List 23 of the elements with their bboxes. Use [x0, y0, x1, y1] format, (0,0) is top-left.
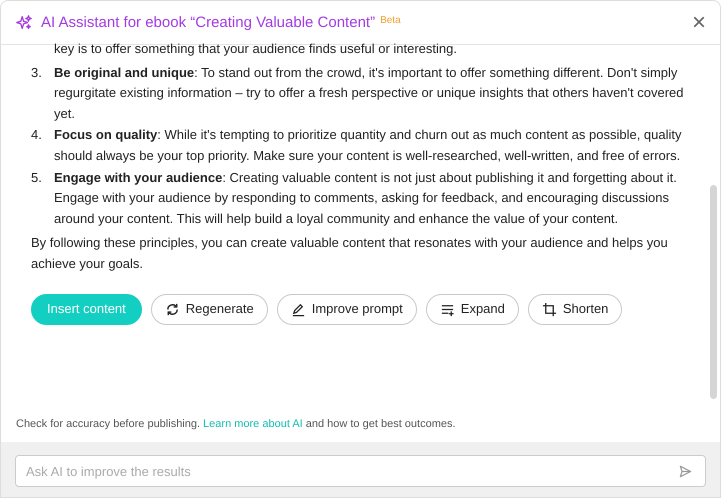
action-button[interactable]: Regenerate: [150, 294, 268, 325]
sparkle-icon: [15, 14, 33, 32]
close-button[interactable]: ×: [692, 10, 706, 34]
disclaimer-text: and how to get best outcomes.: [306, 418, 456, 430]
prompt-field[interactable]: Ask AI to improve the results: [15, 455, 706, 487]
list-item-text: Be original and unique: To stand out from the crowd, it's important to offer something different. Don't simply regurgitate existing information – try to offer a fresh perspective or unique insights that others haven't covered yet.: [54, 64, 684, 123]
list-number: 5.: [31, 168, 43, 187]
send-icon[interactable]: [678, 464, 693, 479]
action-button[interactable]: Shorten: [528, 294, 622, 325]
crop-icon: [542, 302, 557, 317]
dialog-title: AI Assistant for ebook “Creating Valuable Content”: [41, 14, 376, 31]
list-item-text: Engage with your audience: Creating valuable content is not just about publishing it and forgetting about it. Engage with your audience by responding to comments, asking for feedback, and encouraging discussions around your content. This will help build a loyal community and enhance the value of your content.: [54, 168, 678, 228]
action-button[interactable]: Improve prompt: [276, 294, 417, 325]
paragraph-text: key is to offer something that your audience finds useful or interesting.: [54, 40, 458, 58]
pencil-icon: [290, 302, 306, 317]
disclaimer-text: Check for accuracy before publishing.: [16, 418, 200, 430]
paragraph-text: By following these principles, you can create valuable content that resonates with your audience and helps you achieve your goals.: [31, 234, 669, 273]
list-number: 3.: [31, 64, 43, 82]
list-number: 4.: [31, 126, 43, 144]
action-button[interactable]: Expand: [426, 294, 519, 325]
refresh-icon: [164, 302, 180, 317]
beta-label: Beta: [380, 15, 401, 26]
list-item-text: Focus on quality: While it's tempting to prioritize quantity and churn out as much content as possible, quality should always be your top priority. Make sure your content is well-researched, well-written, and free of errors.: [54, 126, 682, 165]
